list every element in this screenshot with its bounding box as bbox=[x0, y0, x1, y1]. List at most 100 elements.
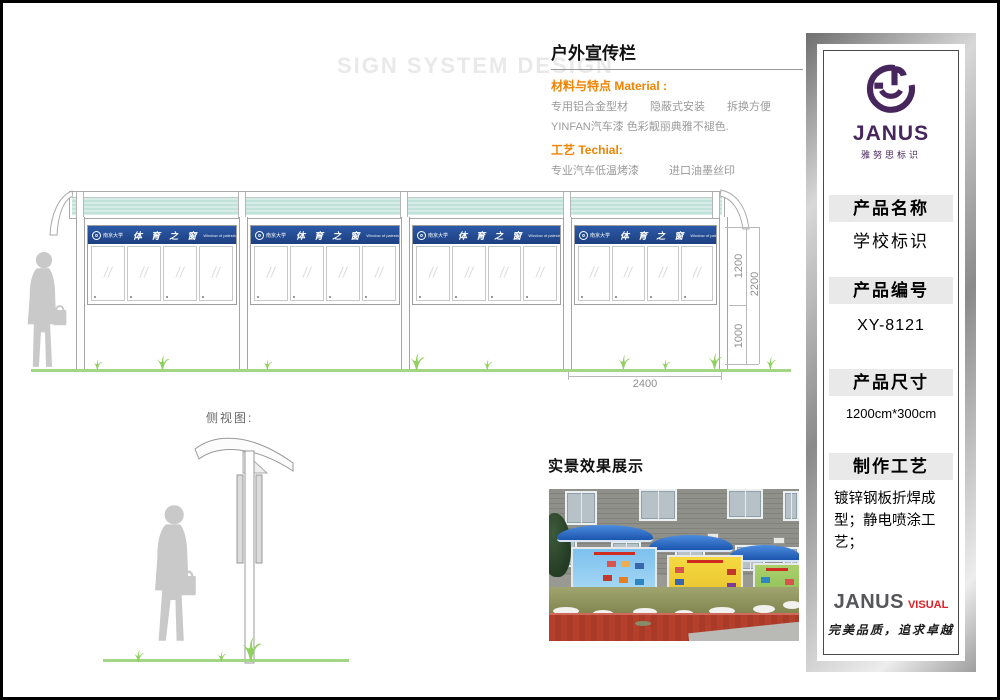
glass-door bbox=[647, 246, 679, 301]
grass-icon bbox=[406, 353, 426, 370]
roof-divider bbox=[238, 192, 246, 218]
university-name: 南京大学 bbox=[103, 232, 123, 239]
roof-divider bbox=[76, 192, 84, 218]
canopy-roof bbox=[69, 191, 725, 219]
glass-door bbox=[612, 246, 644, 301]
photo-board-title bbox=[766, 568, 788, 571]
support-post bbox=[76, 217, 85, 372]
field-label-product-code: 产品编号 bbox=[829, 277, 953, 304]
support-post bbox=[239, 217, 248, 372]
glass-doors bbox=[415, 245, 558, 302]
glass-door bbox=[91, 246, 125, 301]
sidebar: JANUS 雅努思标识 产品名称 学校标识 产品编号 XY-8121 产品尺寸 … bbox=[823, 50, 959, 655]
grass-icon bbox=[481, 359, 493, 370]
photo-window bbox=[565, 491, 597, 525]
material-line-1: 专用铝合金型材 隐蔽式安装 拆换方便 bbox=[551, 98, 803, 114]
roof-glass-strip bbox=[72, 197, 722, 215]
photo-window bbox=[727, 489, 763, 519]
glass-door bbox=[416, 246, 450, 301]
tech-item: 进口油墨丝印 bbox=[669, 162, 735, 178]
field-label-product-name: 产品名称 bbox=[829, 195, 953, 222]
glass-door bbox=[523, 246, 557, 301]
dim-label-2200: 2200 bbox=[749, 264, 763, 304]
field-value-product-size: 1200cm*300cm bbox=[829, 406, 953, 421]
dim-label-1000: 1000 bbox=[733, 316, 747, 356]
footer-brand: JANUSVISUAL bbox=[824, 591, 958, 614]
glass-doors bbox=[577, 245, 714, 302]
footer-slogan: 完美品质，追求卓越 bbox=[824, 621, 958, 638]
grass-icon bbox=[131, 650, 145, 662]
photo-path-mark bbox=[635, 621, 651, 626]
glass-door bbox=[488, 246, 522, 301]
university-seal-icon bbox=[92, 231, 101, 240]
sidebar-frame: JANUS 雅努思标识 产品名称 学校标识 产品编号 XY-8121 产品尺寸 … bbox=[806, 33, 976, 672]
field-value-process: 镀锌钢板折焊成型；静电喷涂工艺； bbox=[829, 489, 953, 554]
spec-header: 户外宣传栏 材料与特点 Material : 专用铝合金型材 隐蔽式安装 拆换方… bbox=[551, 39, 803, 178]
bulletin-panel: 南京大学 体 育 之 窗 Window of palestra bbox=[250, 225, 400, 305]
panel-header: 南京大学 体 育 之 窗 Window of palestra bbox=[251, 226, 399, 244]
panel-subtitle: Window of palestra bbox=[203, 233, 236, 238]
roof-left-cap bbox=[45, 189, 73, 237]
footer-brand-name: JANUS bbox=[834, 591, 904, 613]
bulletin-panel: 南京大学 体 育 之 窗 Window of palestra bbox=[87, 225, 237, 305]
photo-thumbnail bbox=[619, 577, 628, 583]
grass-icon bbox=[763, 357, 777, 369]
glass-door bbox=[163, 246, 197, 301]
photo-window bbox=[639, 489, 677, 521]
grass-icon bbox=[261, 359, 273, 370]
support-post bbox=[563, 217, 572, 372]
photo-thumbnail bbox=[621, 561, 630, 567]
photo-snow bbox=[783, 601, 799, 609]
person-silhouette bbox=[19, 251, 71, 373]
grass-icon bbox=[153, 355, 171, 370]
dim-line-horizontal bbox=[568, 376, 722, 377]
material-item: 拆换方便 bbox=[727, 98, 771, 114]
dim-extension bbox=[729, 305, 747, 306]
grass-icon bbox=[237, 637, 263, 661]
tech-label: 工艺 Techial: bbox=[551, 141, 803, 158]
dim-label-2400: 2400 bbox=[603, 378, 687, 390]
brand-logo: JANUS 雅努思标识 bbox=[824, 59, 958, 161]
photo-thumbnail bbox=[675, 579, 684, 585]
field-label-product-size: 产品尺寸 bbox=[829, 369, 953, 396]
photo-thumbnail bbox=[635, 579, 644, 585]
grass-icon bbox=[91, 359, 103, 370]
side-view-label: 侧视图: bbox=[206, 409, 253, 426]
photo-thumbnail bbox=[761, 577, 770, 583]
university-seal-icon bbox=[255, 231, 264, 240]
panel-header: 南京大学 体 育 之 窗 Window of palestra bbox=[413, 226, 560, 244]
grass-icon bbox=[705, 353, 723, 369]
glass-door bbox=[127, 246, 161, 301]
glass-door bbox=[578, 246, 610, 301]
bulletin-panel: 南京大学 体 育 之 窗 Window of palestra bbox=[412, 225, 561, 305]
grass-icon bbox=[615, 355, 631, 369]
roof-divider bbox=[563, 192, 571, 218]
field-value-product-name: 学校标识 bbox=[829, 227, 953, 252]
bulletin-panel: 南京大学 体 育 之 窗 Window of palestra bbox=[574, 225, 717, 305]
roof-divider bbox=[400, 192, 408, 218]
glass-door bbox=[326, 246, 360, 301]
glass-door bbox=[681, 246, 713, 301]
panel-title: 体 育 之 窗 bbox=[133, 229, 199, 242]
tech-item: 专业汽车低温烤漆 bbox=[551, 162, 639, 178]
tech-line: 专业汽车低温烤漆 进口油墨丝印 bbox=[551, 162, 803, 178]
support-post bbox=[719, 217, 728, 372]
photo-thumbnail bbox=[727, 569, 736, 575]
university-seal-icon bbox=[417, 231, 426, 240]
glass-door bbox=[199, 246, 233, 301]
photo-thumbnail bbox=[675, 567, 684, 573]
glass-door bbox=[362, 246, 396, 301]
material-item: 专用铝合金型材 bbox=[551, 98, 628, 114]
janus-logo-icon bbox=[863, 59, 919, 115]
side-view-structure bbox=[189, 427, 305, 665]
design-sheet: SIGN SYSTEM DESIGN 户外宣传栏 材料与特点 Material … bbox=[0, 0, 1000, 700]
glass-doors bbox=[253, 245, 397, 302]
grass-icon bbox=[215, 651, 227, 662]
dim-extension bbox=[725, 227, 759, 228]
photo-board-title bbox=[687, 560, 723, 563]
photo-thumbnail bbox=[785, 579, 794, 585]
material-label: 材料与特点 Material : bbox=[551, 77, 803, 94]
grass-icon bbox=[659, 359, 671, 370]
university-seal-icon bbox=[579, 231, 588, 240]
material-item: 隐蔽式安装 bbox=[650, 98, 705, 114]
